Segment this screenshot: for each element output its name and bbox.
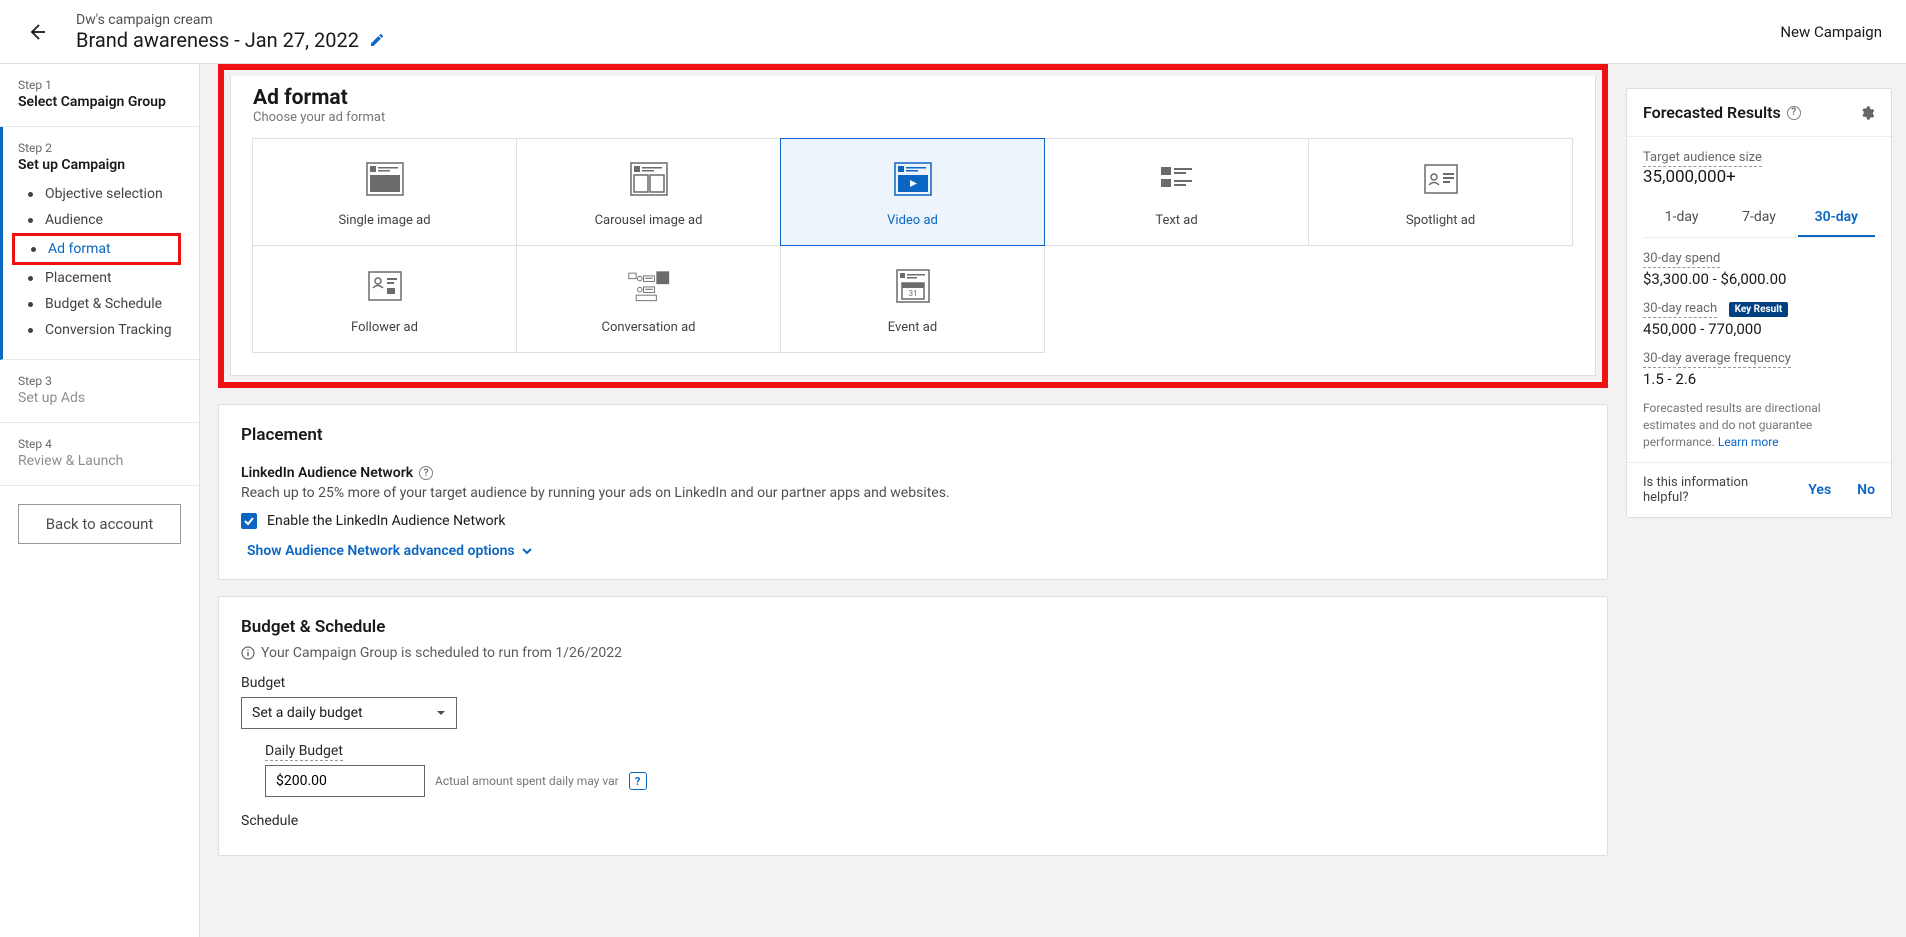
tab-7day[interactable]: 7-day <box>1720 199 1797 237</box>
campaign-name: Brand awareness - Jan 27, 2022 <box>76 28 359 52</box>
audience-size-label: Target audience size <box>1643 150 1762 167</box>
sidebar-item-conversion[interactable]: Conversion Tracking <box>18 317 181 343</box>
enable-audience-network-checkbox[interactable] <box>241 513 257 529</box>
back-to-account-button[interactable]: Back to account <box>18 504 181 544</box>
dropdown-caret-icon <box>436 708 446 718</box>
help-icon[interactable]: ? <box>1787 106 1801 120</box>
audience-network-label: LinkedIn Audience Network <box>241 465 413 481</box>
key-result-badge: Key Result <box>1729 302 1789 317</box>
audience-network-desc: Reach up to 25% more of your target audi… <box>241 485 1585 501</box>
campaign-group-name: Dw's campaign cream <box>76 12 1780 28</box>
tab-30day[interactable]: 30-day <box>1798 199 1875 237</box>
conversation-icon <box>627 264 671 308</box>
budget-type-select[interactable]: Set a daily budget <box>241 697 457 729</box>
ad-format-highlight: Ad format Choose your ad format Single i… <box>218 64 1608 388</box>
format-conversation[interactable]: Conversation ad <box>516 245 781 353</box>
sidebar-item-objective[interactable]: Objective selection <box>18 181 181 207</box>
daily-budget-input[interactable] <box>265 765 425 797</box>
step-1[interactable]: Step 1 Select Campaign Group <box>0 64 199 127</box>
sidebar: Step 1 Select Campaign Group Step 2 Set … <box>0 64 200 937</box>
event-icon: 31 <box>891 264 935 308</box>
feedback-yes[interactable]: Yes <box>1808 482 1831 498</box>
feedback-question: Is this information helpful? <box>1643 475 1763 505</box>
format-event[interactable]: 31 Event ad <box>780 245 1045 353</box>
format-follower[interactable]: Follower ad <box>252 245 517 353</box>
step-2: Step 2 Set up Campaign Objective selecti… <box>0 127 199 360</box>
help-badge-icon[interactable]: ? <box>629 772 647 790</box>
info-icon <box>241 646 255 660</box>
carousel-icon <box>627 157 671 201</box>
format-single-image[interactable]: Single image ad <box>252 138 517 246</box>
freq-value: 1.5 - 2.6 <box>1643 370 1875 388</box>
placement-title: Placement <box>241 425 1585 445</box>
enable-audience-network-label: Enable the LinkedIn Audience Network <box>267 513 505 529</box>
spotlight-icon <box>1419 157 1463 201</box>
ad-format-title: Ad format <box>253 86 1573 110</box>
placement-card: Placement LinkedIn Audience Network ? Re… <box>218 404 1608 580</box>
tab-1day[interactable]: 1-day <box>1643 199 1720 237</box>
budget-info-text: Your Campaign Group is scheduled to run … <box>261 645 622 661</box>
spend-value: $3,300.00 - $6,000.00 <box>1643 270 1875 288</box>
show-advanced-options-link[interactable]: Show Audience Network advanced options <box>241 543 1585 559</box>
ad-format-subtitle: Choose your ad format <box>253 110 1573 125</box>
header-titles: Dw's campaign cream Brand awareness - Ja… <box>76 12 1780 52</box>
text-ad-icon <box>1155 157 1199 201</box>
back-arrow-icon[interactable] <box>24 20 48 44</box>
daily-budget-label: Daily Budget <box>265 743 343 761</box>
step-3[interactable]: Step 3 Set up Ads <box>0 360 199 423</box>
budget-label: Budget <box>241 675 1585 691</box>
reach-value: 450,000 - 770,000 <box>1643 320 1875 338</box>
forecast-title: Forecasted Results <box>1643 103 1781 122</box>
follower-icon <box>363 264 407 308</box>
audience-size-value: 35,000,000+ <box>1643 167 1875 187</box>
main-content: Ad format Choose your ad format Single i… <box>200 64 1626 937</box>
spend-label: 30-day spend <box>1643 251 1720 268</box>
feedback-no[interactable]: No <box>1857 482 1875 498</box>
help-icon[interactable]: ? <box>419 466 433 480</box>
edit-icon[interactable] <box>369 32 385 48</box>
header-right-label: New Campaign <box>1780 23 1882 41</box>
chevron-down-icon <box>521 545 533 557</box>
format-video[interactable]: Video ad <box>780 138 1045 246</box>
freq-label: 30-day average frequency <box>1643 351 1791 368</box>
header: Dw's campaign cream Brand awareness - Ja… <box>0 0 1906 64</box>
video-icon <box>891 157 935 201</box>
sidebar-item-placement[interactable]: Placement <box>18 265 181 291</box>
step-4[interactable]: Step 4 Review & Launch <box>0 423 199 486</box>
daily-budget-hint: Actual amount spent daily may var <box>435 774 619 788</box>
forecast-tabs: 1-day 7-day 30-day <box>1643 199 1875 238</box>
format-spotlight[interactable]: Spotlight ad <box>1308 138 1573 246</box>
svg-text:31: 31 <box>908 289 917 298</box>
forecast-rail: Forecasted Results ? Target audience siz… <box>1626 64 1906 937</box>
sidebar-item-audience[interactable]: Audience <box>18 207 181 233</box>
learn-more-link[interactable]: Learn more <box>1718 435 1779 449</box>
sidebar-item-budget[interactable]: Budget & Schedule <box>18 291 181 317</box>
schedule-label: Schedule <box>241 813 1585 829</box>
format-text[interactable]: Text ad <box>1044 138 1309 246</box>
single-image-icon <box>363 157 407 201</box>
gear-icon[interactable] <box>1859 105 1875 121</box>
budget-title: Budget & Schedule <box>241 617 1585 637</box>
sidebar-item-ad-format[interactable]: Ad format <box>12 233 181 265</box>
reach-label: 30-day reach <box>1643 301 1717 318</box>
budget-card: Budget & Schedule Your Campaign Group is… <box>218 596 1608 856</box>
format-carousel-image[interactable]: Carousel image ad <box>516 138 781 246</box>
